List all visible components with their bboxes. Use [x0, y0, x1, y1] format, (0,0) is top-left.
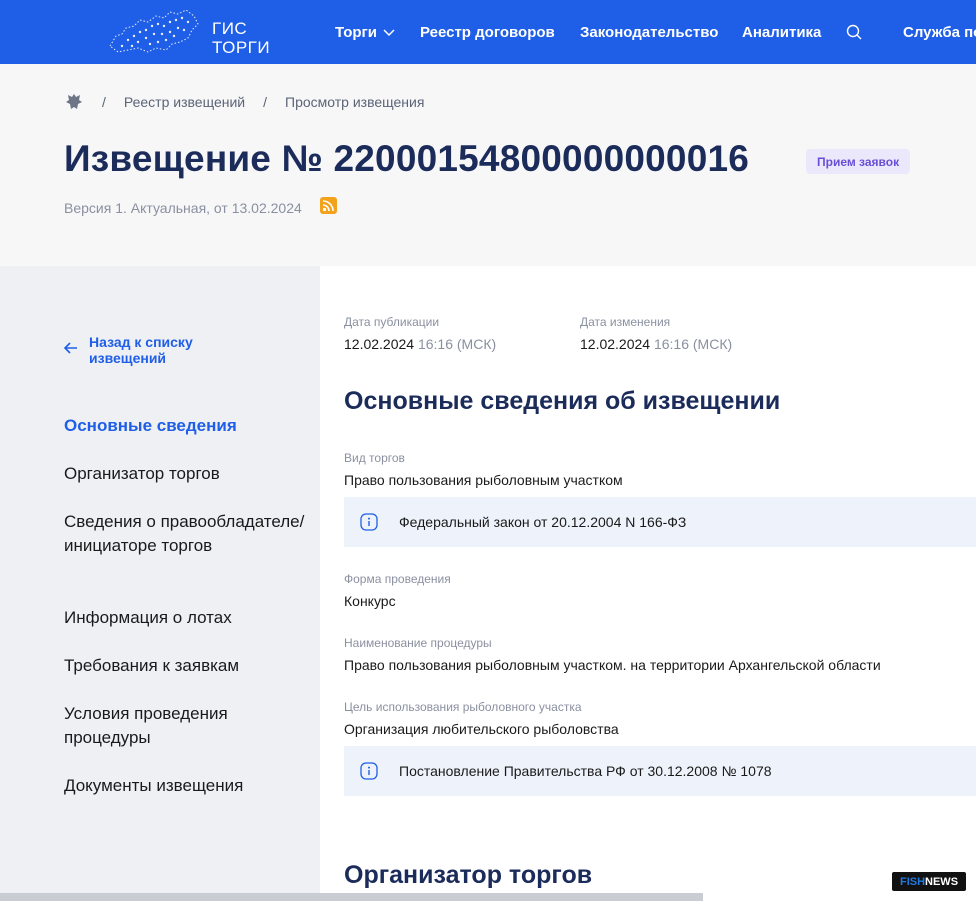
watermark-news: NEWS — [925, 875, 959, 888]
page-header: / Реестр извещений / Просмотр извещения … — [0, 64, 976, 266]
watermark-fish: FISH — [899, 875, 926, 888]
publication-time: 16:16 (МСК) — [417, 336, 497, 352]
coat-of-arms-icon[interactable] — [64, 92, 84, 112]
sidebar-item-usloviya[interactable]: Условия проведения процедуры — [64, 702, 254, 750]
page-title: Извещение № 22000154800000000016 — [64, 138, 750, 179]
nav-torgi-menu[interactable]: Торги — [335, 0, 395, 64]
modified-date-value: 12.02.2024 16:16 (МСК) — [580, 336, 732, 352]
info-box-law: Федеральный закон от 20.12.2004 N 166-ФЗ — [344, 497, 976, 547]
breadcrumb-current: Просмотр извещения — [285, 94, 425, 110]
sidebar-item-osnovnye[interactable]: Основные сведения — [64, 414, 320, 438]
nav-analitika[interactable]: Аналитика — [742, 0, 821, 64]
modified-date: 12.02.2024 — [580, 336, 651, 352]
russia-map-icon — [109, 9, 199, 53]
sidebar-item-loty[interactable]: Информация о лотах — [64, 606, 320, 630]
info-postanovlenie-text: Постановление Правительства РФ от 30.12.… — [399, 763, 772, 779]
search-icon[interactable] — [846, 0, 862, 64]
breadcrumb: / Реестр извещений / Просмотр извещения — [64, 92, 424, 112]
sidebar-item-pravoobladatel[interactable]: Сведения о правообладателе/инициаторе то… — [64, 510, 320, 558]
rss-icon[interactable] — [320, 197, 337, 214]
version-info: Версия 1. Актуальная, от 13.02.2024 — [64, 200, 302, 216]
forma-label: Форма проведения — [344, 572, 451, 586]
arrow-left-icon — [63, 341, 78, 366]
gis-torgi-logo[interactable]: ГИС ТОРГИ — [108, 6, 270, 57]
sidebar-item-trebovaniya[interactable]: Требования к заявкам — [64, 654, 320, 678]
nav-torgi-label: Торги — [335, 23, 378, 41]
info-icon — [360, 762, 378, 780]
back-link-label: Назад к списку извещений — [89, 334, 193, 366]
vid-torgov-label: Вид торгов — [344, 451, 405, 465]
breadcrumb-separator: / — [102, 94, 106, 110]
breadcrumb-reestr-izveshcheniy[interactable]: Реестр извещений — [124, 94, 245, 110]
info-icon — [360, 513, 378, 531]
back-to-list-link[interactable]: Назад к списку извещений — [63, 334, 224, 366]
fishnews-watermark: FISH NEWS — [892, 872, 966, 891]
info-law-text: Федеральный закон от 20.12.2004 N 166-ФЗ — [399, 514, 687, 530]
logo-line-1: ГИС — [212, 19, 248, 38]
section-title-organizator: Организатор торгов — [344, 861, 593, 889]
publication-date-label: Дата публикации — [344, 315, 440, 329]
sidebar-item-dokumenty[interactable]: Документы извещения — [64, 774, 320, 798]
nav-service[interactable]: Служба по — [903, 0, 976, 64]
naimenovanie-label: Наименование процедуры — [344, 636, 492, 650]
info-box-postanovlenie: Постановление Правительства РФ от 30.12.… — [344, 746, 976, 796]
naimenovanie-value: Право пользования рыболовным участком. н… — [344, 657, 881, 673]
publication-date: 12.02.2024 — [344, 336, 415, 352]
top-navigation-bar: ГИС ТОРГИ Торги Реестр договоров Законод… — [0, 0, 976, 64]
publication-date-value: 12.02.2024 16:16 (МСК) — [344, 336, 496, 352]
cel-value: Организация любительского рыболовства — [344, 721, 619, 737]
section-title-osnovnye: Основные сведения об извещении — [344, 387, 781, 415]
modified-time: 16:16 (МСК) — [653, 336, 733, 352]
modified-date-label: Дата изменения — [580, 315, 671, 329]
chevron-down-icon — [383, 24, 395, 41]
breadcrumb-separator: / — [263, 94, 267, 110]
main-content: Дата публикации 12.02.2024 16:16 (МСК) Д… — [320, 266, 976, 901]
logo-line-2: ТОРГИ — [212, 38, 271, 57]
logo-text: ГИС ТОРГИ — [212, 19, 270, 57]
nav-reestr-dogovorov[interactable]: Реестр договоров — [420, 0, 555, 64]
sidebar-item-organizator[interactable]: Организатор торгов — [64, 462, 320, 486]
nav-zakonodatelstvo[interactable]: Законодательство — [580, 0, 718, 64]
cel-label: Цель использования рыболовного участка — [344, 700, 582, 714]
horizontal-scrollbar[interactable] — [0, 893, 703, 901]
sidebar: Назад к списку извещений Основные сведен… — [0, 266, 320, 901]
vid-torgov-value: Право пользования рыболовным участком — [344, 472, 623, 488]
forma-value: Конкурс — [344, 593, 396, 609]
status-badge: Прием заявок — [806, 149, 911, 174]
